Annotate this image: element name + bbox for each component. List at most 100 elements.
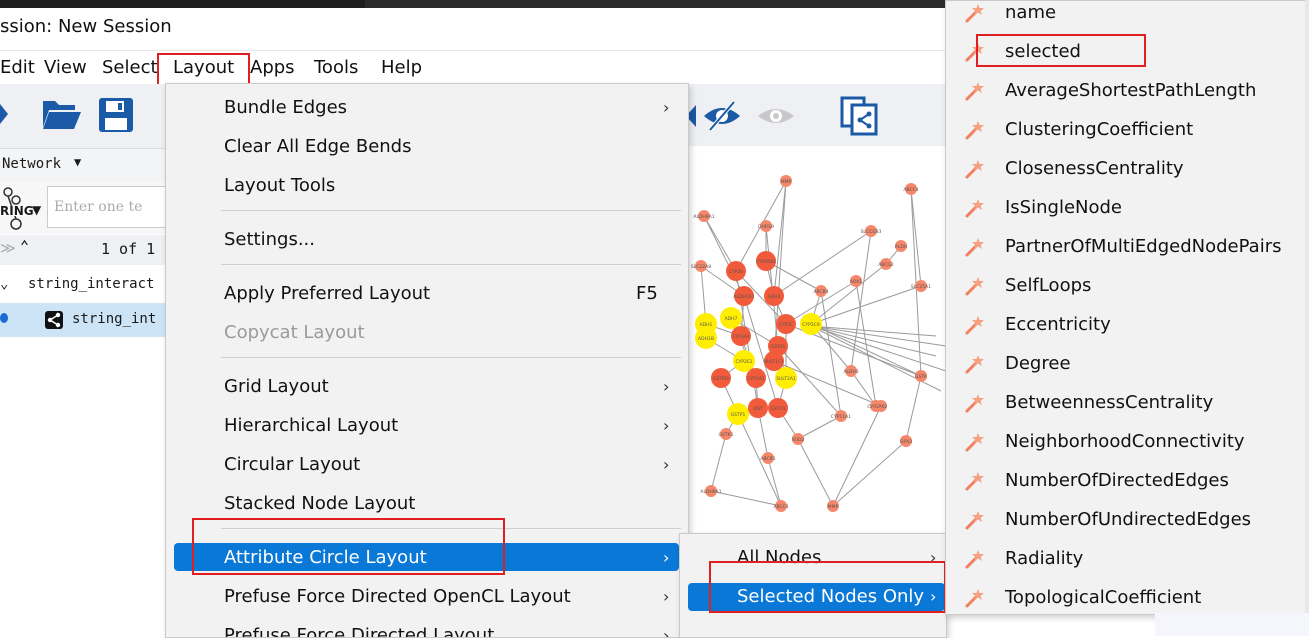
menu-item-selected-nodes-only[interactable]: Selected Nodes Only [737, 586, 924, 607]
magic-wand-icon [965, 4, 984, 23]
magic-wand-icon [965, 43, 984, 62]
menu-item-stacked-node-layout[interactable]: Stacked Node Layout [224, 493, 415, 514]
magic-wand-icon [965, 316, 984, 335]
menu-view[interactable]: View [44, 57, 87, 78]
network-node-label: ADH1B [698, 336, 714, 342]
network-node-label: GSTK [915, 374, 928, 380]
string-dropdown-caret-icon[interactable]: ▼ [32, 203, 41, 217]
network-node-label: ADH4 [768, 294, 781, 300]
network-node-label: ABCG2 [878, 262, 894, 268]
magic-wand-icon [965, 82, 984, 101]
menu-item-apply-preferred-layout[interactable]: Apply Preferred Layout [224, 283, 430, 304]
network-node-label: ALDH1A1 [733, 294, 754, 300]
magic-wand-icon [965, 121, 984, 140]
menu-item-prefuse-force-directed-layout[interactable]: Prefuse Force Directed Layout [224, 625, 494, 637]
attribute-item[interactable]: NumberOfUndirectedEdges [1005, 509, 1251, 530]
network-node-label: CYP2C [779, 322, 794, 328]
network-node-label: CYP2C9 [802, 322, 820, 328]
menu-item-hierarchical-layout[interactable]: Hierarchical Layout [224, 415, 398, 436]
network-node-label: ABCC4 [773, 504, 788, 510]
menu-item-attribute-circle-layout[interactable]: Attribute Circle Layout [224, 547, 427, 568]
menu-item-grid-layout[interactable]: Grid Layout [224, 376, 329, 397]
menu-help[interactable]: Help [381, 57, 422, 78]
menu-item-bundle-edges[interactable]: Bundle Edges [224, 97, 347, 118]
network-node-label: SOD2 [792, 437, 805, 443]
menu-item-settings[interactable]: Settings... [224, 229, 315, 250]
network-search-input[interactable]: Enter one te [47, 186, 170, 228]
network-node-label: CYP1A2 [747, 376, 764, 382]
menu-select[interactable]: Select [102, 57, 158, 78]
submenu-arrow-icon: › [663, 377, 670, 396]
menu-item-copycat-layout: Copycat Layout [224, 322, 365, 343]
new-network-from-selection-icon[interactable] [840, 96, 880, 136]
network-node-label: ABCB4 [813, 289, 828, 295]
network-node-label: GSTO1 [770, 406, 786, 412]
network-node-label: MMP [828, 504, 839, 510]
chevron-down-icon[interactable]: ⌄ [0, 276, 8, 292]
attribute-item[interactable]: selected [1005, 41, 1081, 62]
network-node-label: CYP26A1 [756, 259, 776, 265]
menu-separator [221, 357, 681, 358]
network-node-label: GSTA1 [771, 344, 786, 350]
submenu-arrow-icon: › [930, 587, 937, 606]
menu-layout[interactable]: Layout [173, 57, 234, 78]
menu-item-clear-edge-bends[interactable]: Clear All Edge Bends [224, 136, 412, 157]
magic-wand-icon [965, 394, 984, 413]
search-placeholder: Enter one te [54, 199, 143, 215]
main-toolbar [0, 84, 170, 148]
attribute-item[interactable]: Degree [1005, 353, 1071, 374]
network-node-label: SULT2A1 [776, 376, 796, 382]
network-edge [850, 370, 877, 407]
background-panel [1155, 613, 1309, 636]
menu-tools[interactable]: Tools [314, 57, 358, 78]
magic-wand-icon [965, 589, 984, 608]
network-edge [910, 188, 922, 287]
menu-edit[interactable]: Edit [0, 57, 35, 78]
expand-icon[interactable]: ⌃ [20, 237, 29, 255]
open-folder-icon[interactable] [41, 97, 81, 131]
attribute-item[interactable]: IsSingleNode [1005, 197, 1122, 218]
menu-item-all-nodes[interactable]: All Nodes [737, 547, 821, 568]
menu-item-circular-layout[interactable]: Circular Layout [224, 454, 360, 475]
network-label: Network [2, 156, 62, 172]
attribute-item[interactable]: NeighborhoodConnectivity [1005, 431, 1245, 452]
magic-wand-icon [965, 355, 984, 374]
shortcut-label: F5 [636, 283, 658, 304]
attribute-item[interactable]: ClosenessCentrality [1005, 158, 1184, 179]
network-node-label: CYP3A4 [732, 334, 749, 340]
network-node-label: ALDH3 [843, 369, 858, 375]
attribute-item[interactable]: BetweennessCentrality [1005, 392, 1213, 413]
attribute-item[interactable]: NumberOfDirectedEdges [1005, 470, 1229, 491]
collapse-all-icon[interactable]: ≫ [0, 239, 16, 257]
network-edge [703, 215, 745, 297]
attribute-item[interactable]: AverageShortestPathLength [1005, 80, 1256, 101]
menu-item-prefuse-opencl-layout[interactable]: Prefuse Force Directed OpenCL Layout [224, 586, 571, 607]
attribute-item[interactable]: ClusteringCoefficient [1005, 119, 1193, 140]
save-icon[interactable] [98, 97, 134, 133]
attribute-item[interactable]: name [1005, 2, 1056, 23]
tree-item-network[interactable]: string_int [0, 303, 170, 337]
attribute-item[interactable]: PartnerOfMultiEdgedNodePairs [1005, 236, 1281, 257]
submenu-arrow-icon: › [663, 587, 670, 606]
attribute-item[interactable]: TopologicalCoefficient [1005, 587, 1201, 608]
selected-dot-icon [0, 313, 8, 323]
page-indicator: 1 of 1 [101, 240, 156, 258]
attribute-item[interactable]: Radiality [1005, 548, 1083, 569]
network-node-label: SULT1C1 [764, 359, 784, 365]
network-selector[interactable]: Network ▼ [0, 148, 170, 184]
menu-apps[interactable]: Apps [250, 57, 295, 78]
menu-item-layout-tools[interactable]: Layout Tools [224, 175, 335, 196]
network-node-label: AOX1 [850, 279, 862, 285]
magic-wand-icon [965, 472, 984, 491]
menu-separator [221, 264, 681, 265]
show-icon[interactable] [756, 102, 796, 130]
network-node-label: GPX2 [875, 404, 887, 410]
hide-icon[interactable] [702, 100, 742, 132]
attribute-item[interactable]: SelfLoops [1005, 275, 1091, 296]
tree-item-label: string_interact [28, 276, 155, 292]
attribute-item[interactable]: Eccentricity [1005, 314, 1111, 335]
tree-item-collection[interactable]: ⌄ string_interact [0, 270, 170, 300]
submenu-arrow-icon: › [663, 548, 670, 567]
back-icon[interactable] [0, 104, 8, 124]
network-node-label: ALDH [895, 244, 907, 250]
